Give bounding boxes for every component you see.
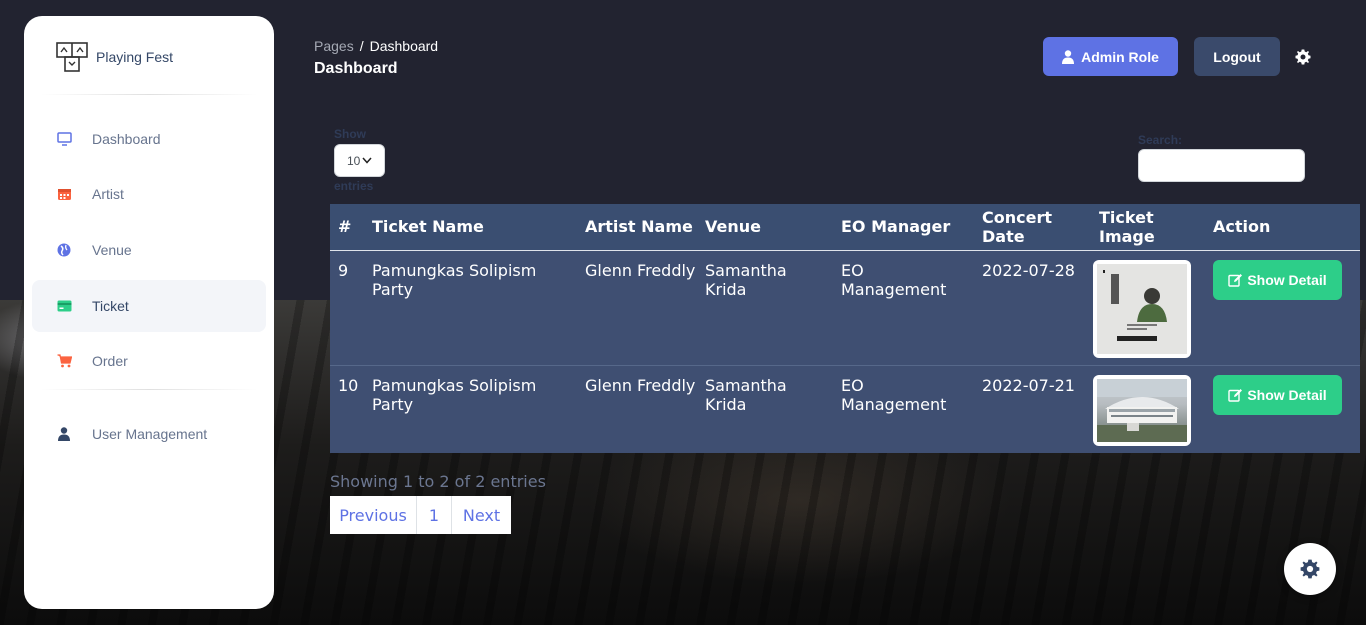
cell-artist: Glenn Freddly — [585, 375, 696, 395]
sidebar-item-label: Order — [92, 353, 128, 369]
gear-icon — [1300, 559, 1320, 579]
cell-concert-date: 2022-07-21 — [982, 375, 1075, 395]
venue-photo-image — [1097, 378, 1187, 442]
calendar-icon — [56, 186, 72, 202]
sidebar-item-ticket[interactable]: Ticket — [32, 280, 266, 332]
configurator-button[interactable] — [1284, 543, 1336, 595]
column-header[interactable]: Action — [1205, 204, 1360, 251]
table-info: Showing 1 to 2 of 2 entries — [330, 472, 546, 491]
user-icon — [1062, 49, 1075, 64]
admin-role-label: Admin Role — [1081, 48, 1159, 65]
cell-artist: Glenn Freddly — [585, 260, 696, 280]
chevron-down-icon — [362, 157, 372, 164]
sidebar-item-order[interactable]: Order — [32, 335, 266, 387]
logout-label: Logout — [1213, 48, 1261, 65]
column-header[interactable]: Concert Date — [974, 204, 1091, 251]
table-row: 9 Pamungkas Solipism Party Glenn Freddly… — [330, 250, 1360, 365]
cell-eo-manager: EO Management — [841, 260, 947, 299]
pagination: Previous 1 Next — [330, 496, 511, 534]
brand-name: Playing Fest — [96, 49, 174, 65]
sidebar-divider — [40, 94, 258, 95]
show-detail-label: Show Detail — [1247, 271, 1327, 288]
table-header-row: # Ticket Name Artist Name Venue EO Manag… — [330, 204, 1360, 251]
length-show-label: Show — [334, 127, 366, 141]
edit-icon — [1228, 388, 1243, 402]
breadcrumb-separator: / — [359, 38, 364, 54]
table-row: 10 Pamungkas Solipism Party Glenn Freddl… — [330, 365, 1360, 453]
column-header[interactable]: Artist Name — [577, 204, 697, 251]
monitor-icon — [56, 131, 72, 147]
user-icon — [56, 426, 72, 442]
cell-ticket-name: Pamungkas Solipism Party — [372, 260, 537, 299]
cell-action: Show Detail — [1205, 250, 1360, 365]
concert-poster-image — [1097, 263, 1187, 354]
sidebar-item-user-management[interactable]: User Management — [32, 408, 266, 460]
ticket-image-thumbnail[interactable] — [1093, 374, 1191, 446]
cell-ticket-image — [1091, 250, 1205, 365]
column-header[interactable]: Ticket Image — [1091, 204, 1205, 251]
breadcrumb-parent[interactable]: Pages — [314, 38, 354, 54]
sidebar-item-label: Artist — [92, 186, 124, 202]
globe-icon — [56, 242, 72, 258]
admin-role-button[interactable]: Admin Role — [1043, 37, 1178, 76]
breadcrumb-current: Dashboard — [369, 38, 439, 54]
sidebar-divider — [40, 389, 258, 390]
brand[interactable]: Playing Fest — [56, 42, 173, 72]
search-label: Search: — [1138, 133, 1183, 147]
sidebar-item-venue[interactable]: Venue — [32, 224, 266, 276]
cell-action: Show Detail — [1205, 365, 1360, 453]
show-detail-label: Show Detail — [1247, 386, 1327, 403]
cell-id: 9 — [338, 260, 349, 280]
pagination-next-button[interactable]: Next — [452, 496, 511, 534]
sidebar-item-label: Ticket — [92, 298, 129, 314]
sidebar-item-label: Venue — [92, 242, 132, 258]
sidebar-item-artist[interactable]: Artist — [32, 168, 266, 220]
pagination-previous-button[interactable]: Previous — [330, 496, 417, 534]
search-input[interactable] — [1138, 149, 1305, 182]
tickets-table: # Ticket Name Artist Name Venue EO Manag… — [330, 204, 1360, 453]
breadcrumb: Pages / Dashboard — [314, 38, 438, 54]
column-header[interactable]: EO Manager — [833, 204, 974, 251]
cell-concert-date: 2022-07-28 — [982, 260, 1075, 280]
pagination-page-button[interactable]: 1 — [417, 496, 452, 534]
sidebar-item-label: Dashboard — [92, 131, 161, 147]
ticket-image-thumbnail[interactable] — [1093, 259, 1191, 358]
cell-id: 10 — [338, 375, 359, 395]
column-header[interactable]: # — [330, 204, 364, 251]
page-title: Dashboard — [314, 60, 398, 77]
show-detail-button[interactable]: Show Detail — [1213, 259, 1342, 300]
cart-icon — [56, 353, 72, 369]
sidebar: Playing Fest Dashboard Artist Venue Tick… — [24, 16, 274, 609]
entries-per-page-value: 10 — [347, 153, 361, 168]
sidebar-item-dashboard[interactable]: Dashboard — [32, 113, 266, 165]
cell-ticket-name: Pamungkas Solipism Party — [372, 375, 537, 414]
cell-eo-manager: EO Management — [841, 375, 947, 414]
column-header[interactable]: Ticket Name — [364, 204, 577, 251]
credit-card-icon — [56, 298, 72, 314]
show-detail-button[interactable]: Show Detail — [1213, 374, 1342, 415]
column-header[interactable]: Venue — [697, 204, 833, 251]
sidebar-item-label: User Management — [92, 426, 208, 442]
settings-gear-icon[interactable] — [1295, 49, 1311, 65]
length-entries-label: entries — [334, 179, 374, 193]
cell-venue: Samantha Krida — [705, 260, 787, 299]
edit-icon — [1228, 273, 1243, 287]
logout-button[interactable]: Logout — [1194, 37, 1280, 76]
brand-logo-icon — [56, 42, 88, 72]
cell-ticket-image — [1091, 365, 1205, 453]
cell-venue: Samantha Krida — [705, 375, 787, 414]
entries-per-page-select[interactable]: 10 — [334, 144, 385, 177]
